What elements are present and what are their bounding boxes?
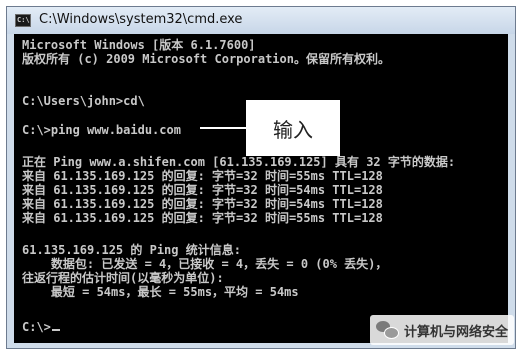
console-line: 来自 61.135.169.125 的回复: 字节=32 时间=54ms TTL… — [22, 183, 383, 197]
console-line: C:\>ping www.baidu.com — [22, 123, 181, 137]
watermark: 计算机与网络安全 — [370, 315, 515, 345]
console-line: Microsoft Windows [版本 6.1.7600] — [22, 38, 256, 52]
console-prompt-line: C:\> — [22, 320, 60, 334]
console-line: 最短 = 54ms，最长 = 55ms，平均 = 54ms — [22, 285, 299, 299]
console-line: 往返行程的估计时间(以毫秒为单位): — [22, 271, 224, 285]
watermark-text: 计算机与网络安全 — [404, 324, 509, 340]
console-line: 数据包: 已发送 = 4，已接收 = 4，丢失 = 0 (0% 丢失)， — [22, 257, 388, 271]
console-line: 来自 61.135.169.125 的回复: 字节=32 时间=55ms TTL… — [22, 211, 383, 225]
cmd-app-icon: C:\ — [15, 14, 31, 27]
text-cursor — [51, 329, 60, 331]
cmd-window: C:\ C:\Windows\system32\cmd.exe Microsof… — [6, 6, 516, 349]
console-line: 来自 61.135.169.125 的回复: 字节=32 时间=54ms TTL… — [22, 197, 383, 211]
console-line: 来自 61.135.169.125 的回复: 字节=32 时间=55ms TTL… — [22, 169, 383, 183]
wechat-icon — [376, 321, 399, 339]
input-callout-label: 输入 — [246, 100, 340, 156]
console-line: 正在 Ping www.a.shifen.com [61.135.169.125… — [22, 155, 456, 169]
console-prompt: C:\> — [22, 320, 51, 334]
callout-pointer-line — [200, 127, 246, 129]
console-line: C:\Users\john>cd\ — [22, 94, 145, 108]
window-title: C:\Windows\system32\cmd.exe — [39, 12, 243, 27]
console-line: 版权所有 (c) 2009 Microsoft Corporation。保留所有… — [22, 52, 390, 66]
console-line: 61.135.169.125 的 Ping 统计信息: — [22, 243, 241, 257]
console-output[interactable]: Microsoft Windows [版本 6.1.7600] 版权所有 (c)… — [14, 34, 508, 343]
title-bar[interactable]: C:\ C:\Windows\system32\cmd.exe — [7, 7, 515, 34]
